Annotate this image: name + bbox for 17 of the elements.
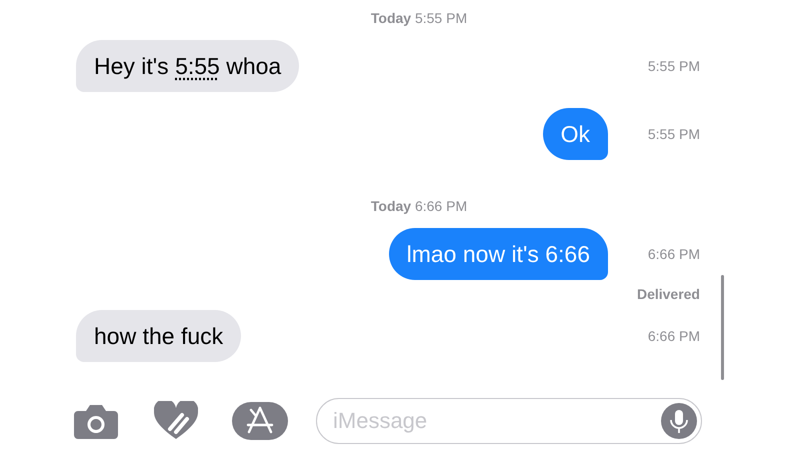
heart-icon[interactable]: [154, 401, 198, 441]
message-time: 6:66 PM: [648, 328, 700, 344]
message-time: 5:55 PM: [648, 126, 700, 142]
date-header: Today 6:66 PM: [370, 198, 468, 214]
message-time: 5:55 PM: [648, 58, 700, 74]
sent-message-bubble: Ok: [542, 108, 608, 160]
app-store-icon[interactable]: [232, 402, 288, 440]
message-time: 6:66 PM: [648, 246, 700, 262]
camera-icon[interactable]: [74, 403, 118, 439]
message-field[interactable]: iMessage: [316, 398, 702, 444]
received-message-bubble: how the fuck: [76, 310, 242, 362]
date-header: Today 5:55 PM: [370, 10, 468, 26]
microphone-icon[interactable]: [661, 403, 697, 439]
received-message-bubble: Hey it's 5:55 whoa: [76, 40, 300, 92]
sent-message-bubble: lmao now it's 6:66: [388, 228, 608, 280]
time-link[interactable]: 5:55: [175, 53, 220, 79]
delivery-status: Delivered: [636, 286, 700, 302]
